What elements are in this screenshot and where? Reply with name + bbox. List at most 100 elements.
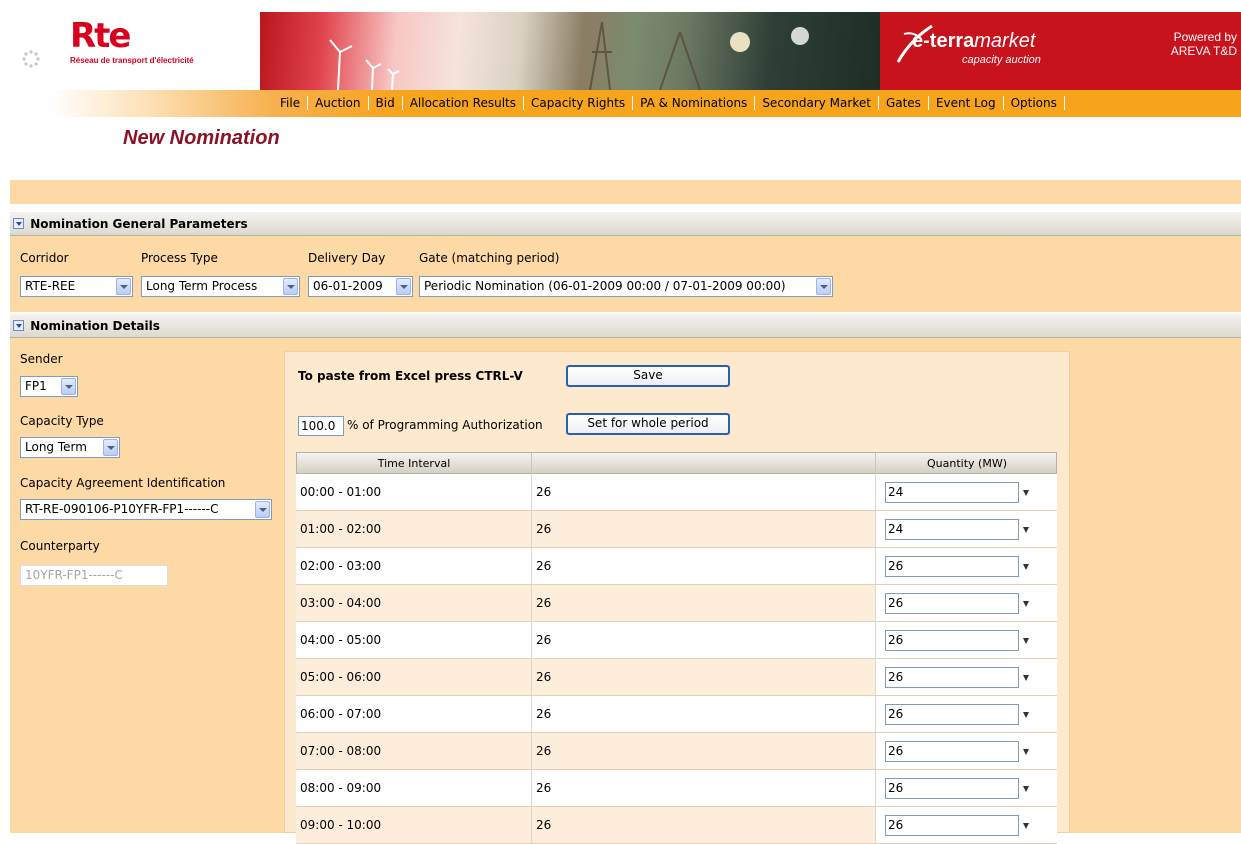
value-cell: 26 bbox=[531, 733, 875, 769]
quantity-input[interactable]: 26 bbox=[885, 778, 1019, 799]
nomination-details-title: Nomination Details bbox=[30, 319, 160, 333]
menu-item-event-log[interactable]: Event Log bbox=[927, 96, 1003, 110]
value-cell: 26 bbox=[531, 622, 875, 658]
dropdown-arrow-icon[interactable] bbox=[1023, 601, 1029, 607]
quantity-input[interactable]: 26 bbox=[885, 556, 1019, 577]
menu-item-auction[interactable]: Auction bbox=[307, 96, 367, 110]
counterparty-field: 10YFR-FP1------C bbox=[20, 565, 168, 586]
chevron-down-icon[interactable] bbox=[61, 378, 76, 395]
chevron-down-icon[interactable] bbox=[103, 439, 118, 456]
general-parameters-header[interactable]: Nomination General Parameters bbox=[10, 212, 1241, 236]
delivery-day-select[interactable]: 06-01-2009 bbox=[308, 276, 413, 297]
agreement-select[interactable]: RT-RE-090106-P10YFR-FP1------C bbox=[20, 499, 272, 520]
table-row[interactable]: 00:00 - 01:00 26 24 bbox=[296, 474, 1057, 511]
table-row[interactable]: 09:00 - 10:00 26 26 bbox=[296, 807, 1057, 844]
table-row[interactable]: 01:00 - 02:00 26 24 bbox=[296, 511, 1057, 548]
logo-subtitle: Réseau de transport d'électricité bbox=[70, 56, 194, 65]
powered-by: Powered by AREVA T&D bbox=[1065, 12, 1241, 90]
corridor-value: RTE-REE bbox=[25, 279, 76, 293]
value-cell: 26 bbox=[531, 511, 875, 547]
capacity-type-select[interactable]: Long Term bbox=[20, 437, 120, 458]
time-interval-cell: 05:00 - 06:00 bbox=[300, 670, 382, 684]
rte-logo: Rte Réseau de transport d'électricité bbox=[70, 18, 260, 78]
quantity-input[interactable]: 26 bbox=[885, 704, 1019, 725]
dropdown-arrow-icon[interactable] bbox=[1023, 638, 1029, 644]
gate-select[interactable]: Periodic Nomination (06-01-2009 00:00 / … bbox=[419, 276, 833, 297]
dropdown-arrow-icon[interactable] bbox=[1023, 490, 1029, 496]
table-row[interactable]: 07:00 - 08:00 26 26 bbox=[296, 733, 1057, 770]
menu-item-pa-nominations[interactable]: PA & Nominations bbox=[632, 96, 754, 110]
quantity-input[interactable]: 24 bbox=[885, 519, 1019, 540]
value-cell: 26 bbox=[531, 585, 875, 621]
column-header-time-interval[interactable]: Time Interval bbox=[297, 453, 532, 475]
dropdown-arrow-icon[interactable] bbox=[1023, 527, 1029, 533]
dropdown-arrow-icon[interactable] bbox=[1023, 749, 1029, 755]
value-cell: 26 bbox=[531, 770, 875, 806]
brand-title: e-terramarket bbox=[912, 30, 1035, 53]
quantity-cell: 24 bbox=[875, 511, 1057, 547]
column-header-value[interactable] bbox=[532, 453, 876, 475]
wind-turbines-image bbox=[329, 21, 809, 90]
chevron-down-icon[interactable] bbox=[816, 278, 831, 295]
nomination-details-header[interactable]: Nomination Details bbox=[10, 314, 1241, 338]
time-interval-cell: 01:00 - 02:00 bbox=[300, 522, 382, 536]
header-banner-image bbox=[260, 12, 880, 90]
sender-value: FP1 bbox=[25, 379, 47, 393]
time-interval-cell: 08:00 - 09:00 bbox=[300, 781, 382, 795]
dropdown-arrow-icon[interactable] bbox=[1023, 823, 1029, 829]
value-cell: 26 bbox=[531, 807, 875, 843]
menu-item-options[interactable]: Options bbox=[1002, 96, 1065, 110]
menu-item-capacity-rights[interactable]: Capacity Rights bbox=[523, 96, 632, 110]
process-type-select[interactable]: Long Term Process bbox=[141, 276, 300, 297]
delivery-day-value: 06-01-2009 bbox=[313, 279, 383, 293]
chevron-down-icon[interactable] bbox=[255, 501, 270, 518]
dropdown-arrow-icon[interactable] bbox=[1023, 786, 1029, 792]
collapse-icon[interactable] bbox=[13, 218, 24, 229]
quantity-input[interactable]: 24 bbox=[885, 482, 1019, 503]
menu-item-gates[interactable]: Gates bbox=[877, 96, 928, 110]
dropdown-arrow-icon[interactable] bbox=[1023, 564, 1029, 570]
corridor-label: Corridor bbox=[20, 251, 69, 265]
chevron-down-icon[interactable] bbox=[396, 278, 411, 295]
quantity-input[interactable]: 26 bbox=[885, 741, 1019, 762]
quantity-cell: 26 bbox=[875, 585, 1057, 621]
column-header-quantity[interactable]: Quantity (MW) bbox=[876, 453, 1058, 475]
menu-item-secondary-market[interactable]: Secondary Market bbox=[754, 96, 878, 110]
time-interval-cell: 07:00 - 08:00 bbox=[300, 744, 382, 758]
menu-item-allocation-results[interactable]: Allocation Results bbox=[401, 96, 523, 110]
table-row[interactable]: 08:00 - 09:00 26 26 bbox=[296, 770, 1057, 807]
time-interval-cell: 03:00 - 04:00 bbox=[300, 596, 382, 610]
main-menu: File Auction Bid Allocation Results Capa… bbox=[280, 96, 1065, 110]
chevron-down-icon[interactable] bbox=[116, 278, 131, 295]
process-type-value: Long Term Process bbox=[146, 279, 258, 293]
collapse-icon[interactable] bbox=[13, 320, 24, 331]
save-button[interactable]: Save bbox=[566, 365, 730, 387]
quantity-cell: 24 bbox=[875, 474, 1057, 510]
table-row[interactable]: 06:00 - 07:00 26 26 bbox=[296, 696, 1057, 733]
quantity-input[interactable]: 26 bbox=[885, 630, 1019, 651]
dropdown-arrow-icon[interactable] bbox=[1023, 712, 1029, 718]
nomination-table: Time Interval Quantity (MW) 00:00 - 01:0… bbox=[296, 452, 1057, 844]
dropdown-arrow-icon[interactable] bbox=[1023, 675, 1029, 681]
value-cell: 26 bbox=[531, 659, 875, 695]
quantity-input[interactable]: 26 bbox=[885, 593, 1019, 614]
time-interval-cell: 00:00 - 01:00 bbox=[300, 485, 382, 499]
quantity-cell: 26 bbox=[875, 733, 1057, 769]
menu-item-file[interactable]: File bbox=[280, 96, 307, 110]
gate-value: Periodic Nomination (06-01-2009 00:00 / … bbox=[424, 279, 786, 293]
table-row[interactable]: 02:00 - 03:00 26 26 bbox=[296, 548, 1057, 585]
table-row[interactable]: 04:00 - 05:00 26 26 bbox=[296, 622, 1057, 659]
table-row[interactable]: 03:00 - 04:00 26 26 bbox=[296, 585, 1057, 622]
menu-item-bid[interactable]: Bid bbox=[367, 96, 402, 110]
brand-title-prefix: e-terra bbox=[912, 30, 975, 52]
time-interval-cell: 02:00 - 03:00 bbox=[300, 559, 382, 573]
set-whole-period-button[interactable]: Set for whole period bbox=[566, 413, 730, 435]
corridor-select[interactable]: RTE-REE bbox=[20, 276, 133, 297]
table-row[interactable]: 05:00 - 06:00 26 26 bbox=[296, 659, 1057, 696]
general-parameters-title: Nomination General Parameters bbox=[30, 217, 248, 231]
general-parameters-panel bbox=[10, 236, 1241, 312]
sender-select[interactable]: FP1 bbox=[20, 376, 78, 397]
programming-authorization-input[interactable]: 100.0 bbox=[298, 416, 344, 436]
chevron-down-icon[interactable] bbox=[283, 278, 298, 295]
quantity-input[interactable]: 26 bbox=[885, 667, 1019, 688]
